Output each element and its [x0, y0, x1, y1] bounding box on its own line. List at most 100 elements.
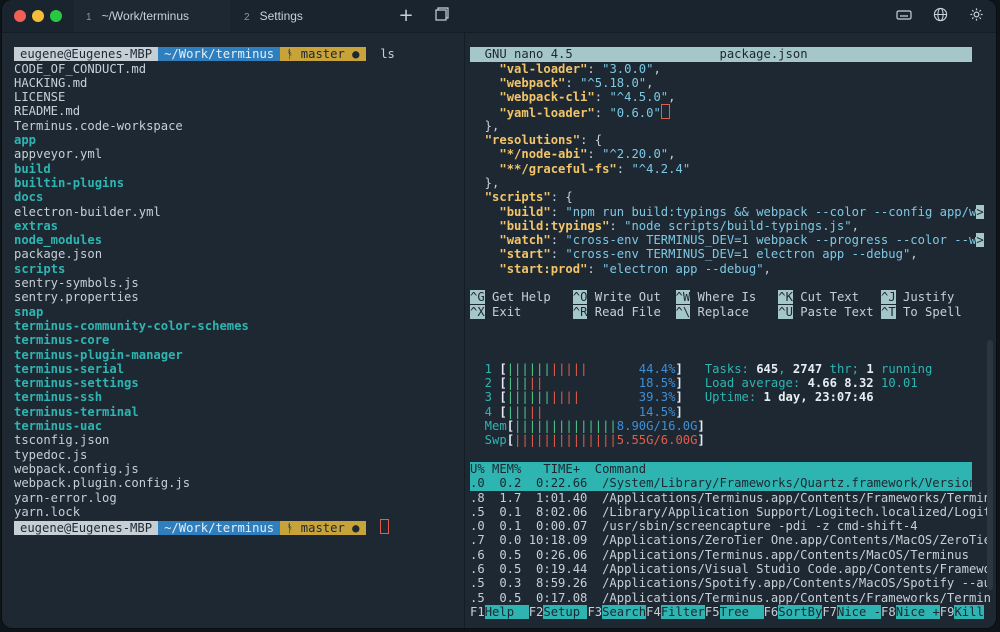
file-list-item: terminus-settings	[14, 376, 454, 390]
code-token: "electron app --debug"	[602, 261, 764, 276]
function-key[interactable]: F4	[646, 605, 661, 619]
terminal-cursor	[380, 519, 390, 535]
shortcut-key[interactable]: ^\	[675, 304, 691, 319]
pane-divider[interactable]	[464, 33, 465, 628]
function-label[interactable]: SortBy	[778, 604, 823, 619]
tab-list-icon[interactable]	[433, 7, 451, 25]
function-label[interactable]: Search	[602, 604, 647, 619]
nano-code-line: "**/graceful-fs": "^4.2.4"	[470, 162, 972, 176]
function-label[interactable]: Setup	[543, 604, 588, 619]
process-row[interactable]: .5 0.3 8:59.26 /Applications/Spotify.app…	[470, 576, 991, 590]
globe-icon[interactable]	[931, 7, 949, 25]
function-key[interactable]: F2	[529, 605, 544, 619]
process-text: .0 0.2 0:22.66 /System/Library/Framework…	[470, 476, 991, 491]
function-label[interactable]: Nice -	[837, 604, 882, 619]
file-list-item: snap	[14, 305, 454, 319]
nano-code-line: "resolutions": {	[470, 133, 972, 147]
function-label[interactable]: Help	[484, 604, 529, 619]
process-text: .6 0.5 0:19.44 /Applications/Visual Stud…	[470, 561, 991, 576]
function-label[interactable]: Tree	[719, 604, 764, 619]
cpu-percent: 14.5%	[638, 404, 676, 419]
keyboard-icon[interactable]	[895, 7, 913, 25]
new-tab-button[interactable]: +	[397, 7, 415, 25]
column-headers[interactable]: U% MEM% TIME+ Command	[470, 462, 984, 476]
tab-terminus[interactable]: 1 ~/Work/terminus	[74, 0, 230, 32]
process-text: .8 1.7 1:01.40 /Applications/Terminus.ap…	[470, 490, 991, 505]
meter-value: 8.90G/16.0G	[616, 419, 698, 434]
bracket: ]	[675, 390, 683, 405]
function-key[interactable]: F6	[764, 605, 779, 619]
function-label[interactable]: Kill	[954, 604, 984, 619]
process-text: .6 0.5 0:26.06 /Applications/Terminus.ap…	[470, 547, 969, 562]
nano-code-line: "start": "cross-env TERMINUS_DEV=1 elect…	[470, 247, 972, 261]
file-name: electron-builder.yml	[14, 204, 161, 219]
file-name: typedoc.js	[14, 447, 88, 462]
cpu-percent: 18.5%	[638, 376, 676, 391]
right-terminal-pane[interactable]: GNU nano 4.5 package.json "val-loader": …	[470, 33, 991, 628]
shortcut-key[interactable]: ^O	[572, 290, 588, 305]
file-name: sentry.properties	[14, 290, 139, 305]
shortcut-key[interactable]: ^X	[470, 304, 485, 319]
file-list-item: CODE_OF_CONDUCT.md	[14, 62, 454, 76]
function-key[interactable]: F8	[881, 605, 896, 619]
swap-meter-row: Swp[||||||||||||||5.55G/6.00G]	[470, 433, 972, 447]
function-label[interactable]: Filter	[660, 604, 705, 619]
process-row[interactable]: .5 0.1 8:02.06 /Library/Application Supp…	[470, 505, 991, 519]
function-key[interactable]: F9	[940, 605, 955, 619]
code-token: "^5.18.0"	[580, 75, 647, 90]
nano-version: GNU nano 4.5	[470, 47, 573, 62]
cpu-bar-user: |||	[506, 376, 529, 391]
shortcut-key[interactable]: ^R	[572, 304, 588, 319]
process-table-header: U% MEM% TIME+ Command	[470, 461, 972, 477]
shortcut-key[interactable]: ^T	[881, 304, 896, 319]
shortcut-label: Read File	[587, 304, 676, 319]
process-row[interactable]: .6 0.5 0:19.44 /Applications/Visual Stud…	[470, 562, 991, 576]
function-key[interactable]: F5	[705, 605, 720, 619]
directory-name: builtin-plugins	[14, 175, 125, 190]
function-key[interactable]: F3	[587, 605, 602, 619]
code-token: :	[616, 161, 632, 176]
code-token: :	[550, 204, 566, 219]
function-key[interactable]: F1	[470, 605, 485, 619]
shortcut-key[interactable]: ^U	[778, 304, 793, 319]
tab-settings[interactable]: 2 Settings	[232, 0, 382, 32]
code-token: ,	[653, 61, 661, 76]
scrollbar[interactable]	[987, 340, 993, 590]
process-row[interactable]: .0 0.1 0:00.07 /usr/sbin/screencapture -…	[470, 519, 972, 533]
prompt-git-branch: ᚬ master ●	[280, 47, 366, 62]
left-terminal-pane[interactable]: eugene@Eugenes-MBP ~/Work/terminus ᚬ maste…	[14, 33, 454, 628]
file-name: HACKING.md	[14, 75, 88, 90]
process-row[interactable]: .6 0.5 0:26.06 /Applications/Terminus.ap…	[470, 548, 972, 562]
file-list-item: node_modules	[14, 233, 454, 247]
zoom-window-button[interactable]	[50, 10, 62, 22]
shortcut-key[interactable]: ^K	[778, 290, 793, 305]
code-token: "yaml-loader"	[499, 106, 595, 121]
gear-icon[interactable]	[967, 7, 985, 25]
process-row[interactable]: .8 1.7 1:01.40 /Applications/Terminus.ap…	[470, 491, 991, 505]
shortcut-key[interactable]: ^G	[470, 290, 485, 305]
cpu-meter-row: 1 [||||||||||| 44.4%] Tasks: 645, 2747 t…	[470, 362, 972, 376]
tasks-count: 645	[756, 361, 779, 376]
process-row[interactable]: .5 0.5 0:17.08 /Applications/Terminus.ap…	[470, 591, 991, 605]
tab-label: Settings	[259, 9, 303, 23]
file-name: LICENSE	[14, 90, 66, 105]
shortcut-key[interactable]: ^W	[675, 290, 691, 305]
function-label[interactable]: Nice +	[895, 604, 940, 619]
process-row[interactable]: .0 0.2 0:22.66 /System/Library/Framework…	[470, 476, 991, 491]
nano-code-line: "*/node-abi": "^2.20.0",	[470, 147, 972, 161]
nano-code-line: "start:prod": "electron app --debug",	[470, 262, 972, 276]
function-key[interactable]: F7	[822, 605, 837, 619]
threads-label: thr;	[822, 361, 867, 376]
code-token: ,	[668, 90, 676, 105]
shortcut-key[interactable]: ^J	[881, 290, 896, 305]
minimize-window-button[interactable]	[32, 10, 44, 22]
close-window-button[interactable]	[14, 10, 26, 22]
process-row[interactable]: .7 0.0 10:18.09 /Applications/ZeroTier O…	[470, 533, 991, 547]
